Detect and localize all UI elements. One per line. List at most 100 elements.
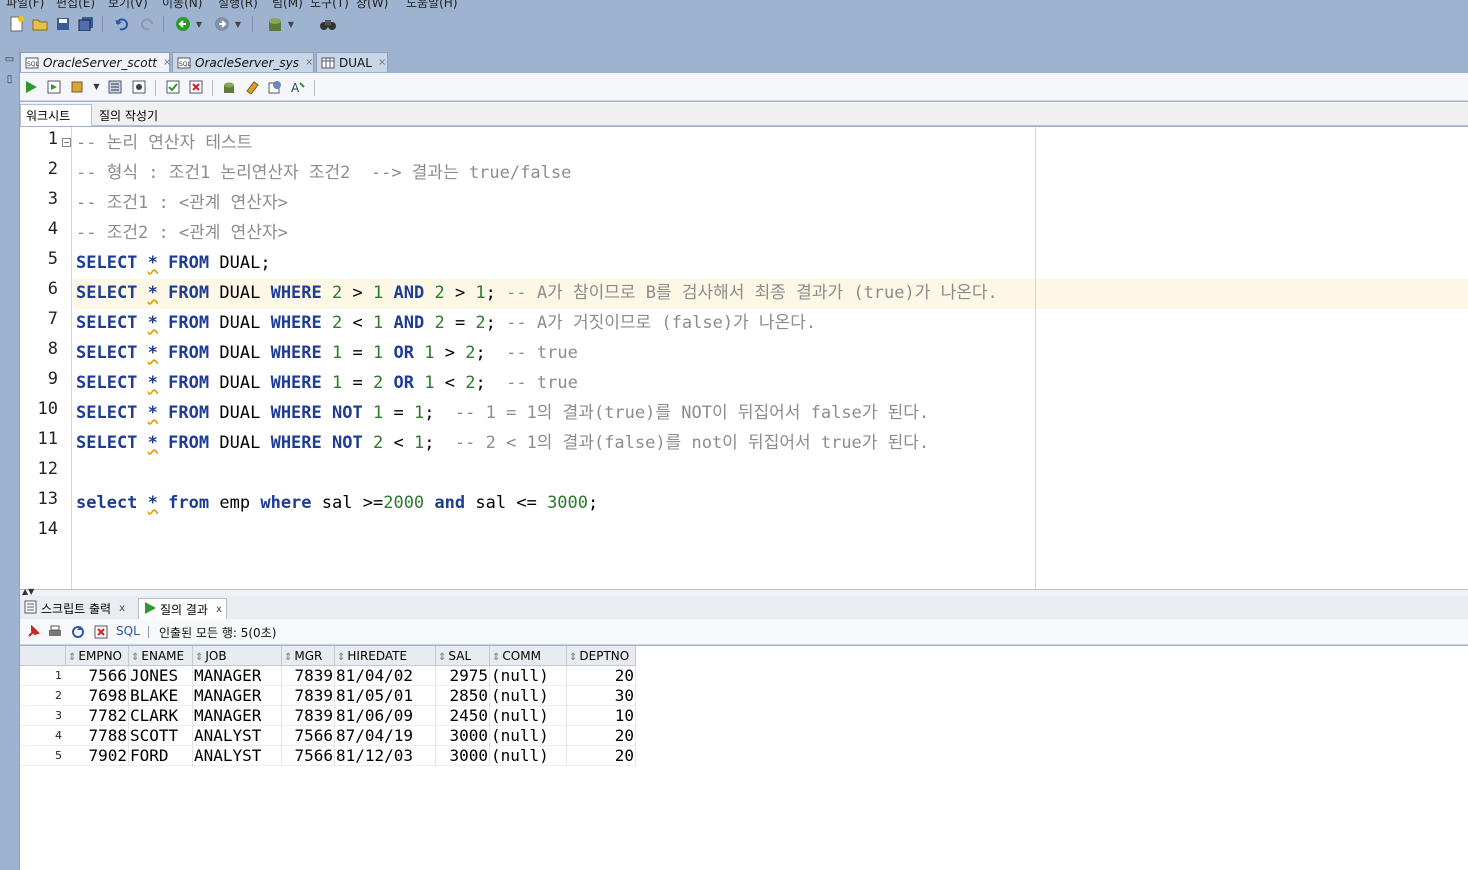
sql-editor[interactable]: 1 2 3 4 5 6 7 8 9 10 11 12 13 14 − -- 논리… [20, 127, 1468, 589]
table-cell[interactable]: SCOTT [129, 726, 193, 746]
close-icon[interactable]: x [216, 604, 222, 615]
unshared-sql-icon[interactable] [220, 78, 237, 95]
expand-collapse-icon[interactable]: ▲▼ [22, 587, 34, 596]
column-header-empno[interactable]: ⇕ EMPNO [66, 646, 129, 666]
close-icon[interactable]: × [378, 57, 386, 68]
refresh-icon[interactable] [70, 624, 86, 640]
undo-icon[interactable] [113, 15, 131, 33]
menu-edit[interactable]: 편집(E) [56, 0, 95, 10]
fold-collapse-icon[interactable]: − [62, 138, 71, 147]
menu-tools[interactable]: 도구(T) [310, 0, 349, 10]
open-folder-icon[interactable] [31, 15, 49, 33]
explain-plan-icon[interactable] [106, 78, 123, 95]
tab-oracleserver-scott[interactable]: SQL OracleServer_scott × [20, 52, 171, 72]
column-header-ename[interactable]: ⇕ ENAME [129, 646, 193, 666]
save-all-icon[interactable] [77, 15, 95, 33]
table-cell[interactable]: 81/05/01 [335, 686, 436, 706]
run-statement-icon[interactable] [22, 78, 39, 95]
table-cell[interactable]: BLAKE [129, 686, 193, 706]
column-header-comm[interactable]: ⇕ COMM [490, 646, 567, 666]
table-cell[interactable]: 7566 [282, 746, 335, 766]
run-script-icon[interactable] [45, 78, 62, 95]
table-cell[interactable]: ANALYST [193, 726, 282, 746]
menu-team[interactable]: 팀(M) [272, 0, 303, 10]
table-cell[interactable]: 7566 [66, 666, 129, 686]
column-header-job[interactable]: ⇕ JOB [193, 646, 282, 666]
table-cell[interactable]: (null) [490, 666, 567, 686]
tab-oracleserver-sys[interactable]: SQL OracleServer_sys × [172, 52, 314, 72]
redo-icon[interactable] [138, 15, 156, 33]
tab-query-builder[interactable]: 질의 작성기 [94, 104, 163, 126]
sql-connection-icon[interactable] [266, 15, 284, 33]
table-cell[interactable]: 7839 [282, 666, 335, 686]
table-cell[interactable]: (null) [490, 726, 567, 746]
panel-toggle-icon[interactable]: ▯ [1, 74, 18, 88]
chevron-down-icon[interactable]: ▼ [286, 15, 296, 33]
column-header-hiredate[interactable]: ⇕ HIREDATE [335, 646, 436, 666]
column-header-sal[interactable]: ⇕ SAL [436, 646, 490, 666]
save-icon[interactable] [54, 15, 72, 33]
commit-icon[interactable] [164, 78, 181, 95]
table-cell[interactable]: 30 [567, 686, 636, 706]
menu-window[interactable]: 창(W) [356, 0, 388, 10]
close-icon[interactable]: x [119, 603, 125, 614]
table-cell[interactable]: MANAGER [193, 686, 282, 706]
panel-icon[interactable]: ▭ [1, 54, 18, 68]
chevron-down-icon[interactable]: ▼ [194, 15, 204, 33]
cancel-query-icon[interactable] [93, 624, 109, 640]
pane-splitter[interactable]: ▲▼ [20, 587, 1468, 596]
table-cell[interactable]: 7839 [282, 686, 335, 706]
table-cell[interactable]: 20 [567, 726, 636, 746]
rollback-icon[interactable] [187, 78, 204, 95]
table-cell[interactable]: (null) [490, 746, 567, 766]
table-cell[interactable]: JONES [129, 666, 193, 686]
sql-history-icon[interactable] [266, 78, 283, 95]
menu-file[interactable]: 파일(F) [6, 0, 44, 10]
binoculars-icon[interactable] [319, 15, 337, 33]
tab-script-output[interactable]: 스크립트 출력 x [20, 598, 129, 619]
table-cell[interactable]: 87/04/19 [335, 726, 436, 746]
back-icon[interactable] [174, 15, 192, 33]
table-cell[interactable]: 81/12/03 [335, 746, 436, 766]
menu-help[interactable]: 도움말(H) [406, 0, 458, 10]
format-icon[interactable]: A [289, 78, 306, 95]
sql-tuning-icon[interactable] [130, 78, 147, 95]
new-file-icon[interactable] [8, 15, 26, 33]
table-cell[interactable]: 7788 [66, 726, 129, 746]
forward-icon[interactable] [213, 15, 231, 33]
tab-dual[interactable]: DUAL × [316, 52, 388, 72]
table-cell[interactable]: 7698 [66, 686, 129, 706]
table-cell[interactable]: CLARK [129, 706, 193, 726]
autotrace-icon[interactable] [68, 78, 85, 95]
close-icon[interactable]: × [163, 57, 171, 68]
table-cell[interactable]: 3000 [436, 746, 490, 766]
table-cell[interactable]: 2850 [436, 686, 490, 706]
table-cell[interactable]: 7782 [66, 706, 129, 726]
table-cell[interactable]: 81/04/02 [335, 666, 436, 686]
table-cell[interactable]: 2975 [436, 666, 490, 686]
table-cell[interactable]: 2450 [436, 706, 490, 726]
print-icon[interactable] [47, 624, 63, 640]
sql-link[interactable]: SQL [116, 624, 140, 638]
table-cell[interactable]: 7839 [282, 706, 335, 726]
column-header-deptno[interactable]: ⇕ DEPTNO [567, 646, 636, 666]
chevron-down-icon[interactable]: ▼ [233, 15, 243, 33]
table-cell[interactable]: MANAGER [193, 706, 282, 726]
table-cell[interactable]: ANALYST [193, 746, 282, 766]
table-cell[interactable]: (null) [490, 706, 567, 726]
table-cell[interactable]: 7566 [282, 726, 335, 746]
close-icon[interactable]: × [305, 57, 313, 68]
table-cell[interactable]: 81/06/09 [335, 706, 436, 726]
table-cell[interactable]: 20 [567, 746, 636, 766]
menu-view[interactable]: 보기(V) [108, 0, 148, 10]
table-cell[interactable]: 3000 [436, 726, 490, 746]
table-cell[interactable]: 10 [567, 706, 636, 726]
clear-eraser-icon[interactable] [243, 78, 260, 95]
table-cell[interactable]: 7902 [66, 746, 129, 766]
column-header-mgr[interactable]: ⇕ MGR [282, 646, 335, 666]
menu-run[interactable]: 실행(R) [218, 0, 258, 10]
pin-icon[interactable] [25, 624, 41, 640]
tab-query-result[interactable]: 질의 결과 x [138, 598, 227, 619]
table-cell[interactable]: FORD [129, 746, 193, 766]
chevron-down-icon[interactable]: ▼ [88, 78, 105, 95]
